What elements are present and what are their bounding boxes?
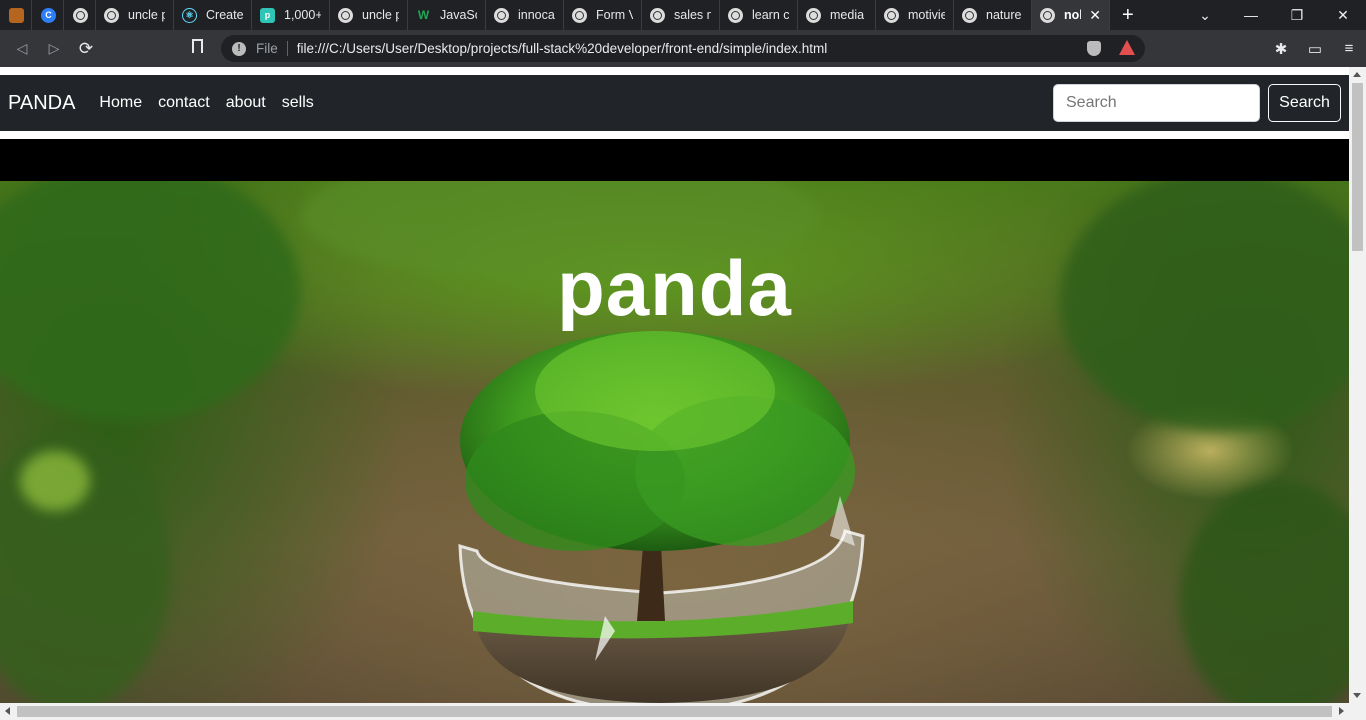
site-info-icon[interactable]: !: [232, 41, 246, 56]
close-window-icon[interactable]: ✕: [1320, 7, 1366, 24]
vertical-scroll-thumb[interactable]: [1352, 83, 1363, 251]
reload-icon[interactable]: ⟳: [70, 39, 102, 59]
horizontal-scrollbar[interactable]: [0, 703, 1366, 720]
globe-icon: [1040, 7, 1055, 23]
site-navbar: PANDA Home contact about sells Search: [0, 75, 1349, 131]
menu-icon[interactable]: ≡: [1332, 40, 1366, 57]
wallet-icon[interactable]: ▭: [1298, 40, 1332, 58]
p-icon: p: [260, 7, 275, 23]
back-icon[interactable]: ◁: [6, 40, 38, 57]
tab-nature[interactable]: nature: [954, 0, 1032, 30]
globe-icon: [572, 7, 587, 23]
globe-icon: [884, 7, 899, 23]
nav-sells[interactable]: sells: [282, 94, 314, 112]
tab-uncle-p-1[interactable]: uncle p: [96, 0, 174, 30]
extensions-puzzle-icon[interactable]: ✱: [1264, 40, 1298, 58]
scheme-label: File: [256, 41, 288, 56]
app-icon: [9, 7, 24, 23]
tab-motivie[interactable]: motivie: [876, 0, 954, 30]
window-controls: ⌄ — ❐ ✕: [1182, 0, 1366, 30]
c-icon: C: [41, 7, 56, 23]
globe-icon: [338, 7, 353, 23]
toolbar-right: ✱ ▭ ≡: [1264, 30, 1366, 67]
nav-about[interactable]: about: [226, 94, 266, 112]
black-band: [0, 139, 1349, 181]
tab-innocal[interactable]: innocal: [486, 0, 564, 30]
address-bar[interactable]: ! File file:///C:/Users/User/Desktop/pro…: [221, 35, 1145, 62]
hero-banner: panda: [0, 181, 1349, 703]
horizontal-scroll-thumb[interactable]: [17, 706, 1332, 717]
globe-icon: [728, 7, 743, 23]
browser-tab-strip: C uncle p ⚛Create a p1,000+ uncle p WJav…: [0, 0, 1366, 30]
forward-icon[interactable]: ▷: [38, 40, 70, 57]
scroll-left-arrow-icon[interactable]: [5, 707, 10, 715]
globe-icon: [494, 7, 509, 23]
tab-media[interactable]: media: [798, 0, 876, 30]
tab-pinned-app[interactable]: [0, 0, 32, 30]
tab-search-chevron-icon[interactable]: ⌄: [1182, 7, 1228, 24]
restore-icon[interactable]: ❐: [1274, 7, 1320, 24]
scroll-up-arrow-icon[interactable]: [1353, 72, 1361, 77]
tab-create-a[interactable]: ⚛Create a: [174, 0, 252, 30]
brave-rewards-icon[interactable]: [1119, 40, 1135, 55]
hero-title: panda: [557, 244, 792, 332]
new-tab-plus-icon[interactable]: +: [1110, 4, 1146, 27]
vertical-scrollbar[interactable]: [1349, 67, 1366, 703]
tab-learn-ch[interactable]: learn ch: [720, 0, 798, 30]
globe-icon: [650, 7, 665, 23]
minimize-icon[interactable]: —: [1228, 7, 1274, 23]
close-tab-icon[interactable]: ✕: [1089, 7, 1101, 24]
scroll-right-arrow-icon[interactable]: [1339, 707, 1344, 715]
brave-shields-icon[interactable]: [1087, 41, 1101, 56]
page-viewport: PANDA Home contact about sells Search Se…: [0, 67, 1349, 703]
brand-logo[interactable]: PANDA: [8, 92, 75, 115]
w-icon: W: [417, 8, 430, 22]
tab-javascript[interactable]: WJavaScr: [408, 0, 486, 30]
foliage-left-bright: [20, 451, 90, 511]
tab-globe-pinned[interactable]: [64, 0, 96, 30]
tab-uncle-p-2[interactable]: uncle p: [330, 0, 408, 30]
foliage-right-lower: [1180, 481, 1349, 703]
url-text[interactable]: file:///C:/Users/User/Desktop/projects/f…: [297, 41, 827, 56]
scroll-down-arrow-icon[interactable]: [1353, 693, 1361, 698]
tab-form-validation[interactable]: Form Va: [564, 0, 642, 30]
tree-in-glass-illustration: [458, 331, 865, 703]
nav-home[interactable]: Home: [99, 94, 142, 112]
bookmark-icon[interactable]: [192, 39, 203, 53]
tab-c-app[interactable]: C: [32, 0, 64, 30]
globe-icon: [73, 7, 88, 23]
react-icon: ⚛: [182, 7, 197, 23]
browser-toolbar: ◁ ▷ ⟳ ! File file:///C:/Users/User/Deskt…: [0, 30, 1366, 67]
tab-1000-plus[interactable]: p 1,000+: [252, 0, 330, 30]
search-button[interactable]: Search: [1268, 84, 1341, 122]
search-input[interactable]: [1053, 84, 1260, 122]
globe-icon: [104, 7, 119, 23]
globe-icon: [962, 7, 977, 23]
nav-contact[interactable]: contact: [158, 94, 210, 112]
tab-sales-m[interactable]: sales m: [642, 0, 720, 30]
globe-icon: [806, 7, 821, 23]
tab-nok-active[interactable]: nok✕: [1032, 0, 1110, 30]
